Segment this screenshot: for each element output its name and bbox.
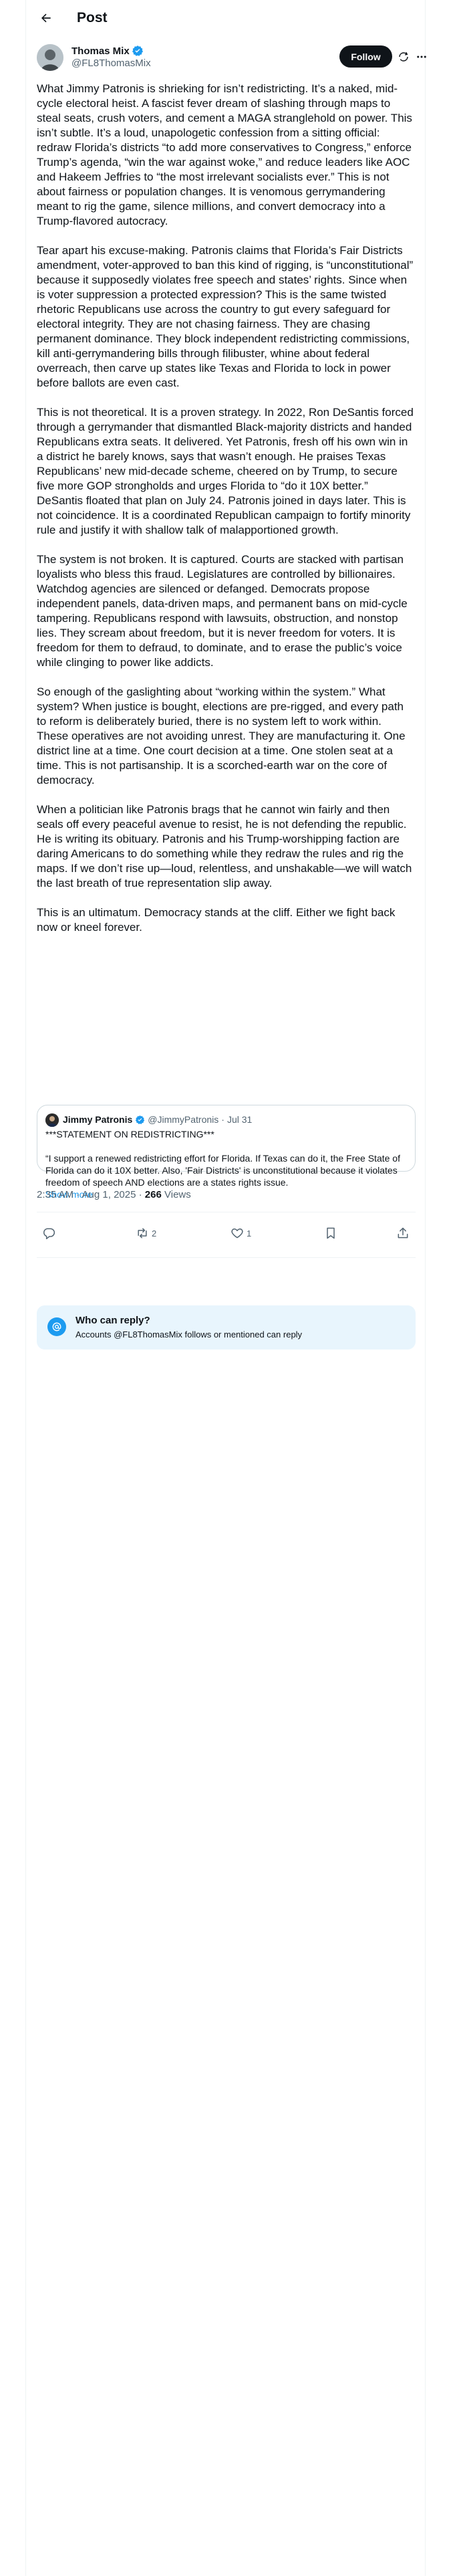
avatar-image [37,44,63,71]
quoted-line-1: ***STATEMENT ON REDISTRICTING*** [45,1129,214,1140]
views-count: 266 [144,1189,162,1200]
verified-badge-icon [136,1115,145,1124]
quoted-header: Jimmy Patronis @JimmyPatronis · Jul 31 [63,1114,252,1125]
repost-icon [138,1228,147,1239]
bookmark-button[interactable] [324,1226,337,1240]
more-options-icon[interactable] [415,51,428,63]
reply-restriction-title: Who can reply? [76,1315,150,1326]
repost-count: 2 [152,1228,157,1239]
reply-restriction-subtitle: Accounts @FL8ThomasMix follows or mentio… [76,1329,303,1339]
like-count: 1 [247,1228,252,1239]
grok-icon[interactable] [398,51,410,63]
avatar[interactable] [37,44,63,71]
post-body: What Jimmy Patronis is shrieking for isn… [37,82,416,950]
reply-button[interactable] [42,1226,58,1240]
reply-icon [43,1228,55,1240]
back-button[interactable] [35,7,57,29]
author-row: Thomas Mix @FL8ThomasMix Follow [37,43,426,75]
page-title: Post [77,10,108,25]
timestamp[interactable]: 2:35 AM · Aug 1, 2025 [37,1189,136,1200]
author-name[interactable]: Thomas Mix [71,45,144,57]
action-bar: 2 1 [37,1218,416,1251]
quoted-handle: @JimmyPatronis [148,1114,219,1125]
author-name-text: Thomas Mix [71,45,130,57]
quoted-separator: · [221,1114,224,1125]
share-icon [398,1227,408,1239]
arrow-left-icon [41,13,51,23]
post-column: Post Thomas Mix @FL8ThomasMix Follow Wha… [25,0,426,2576]
quoted-line-2: “I support a renewed redistricting effor… [45,1153,400,1188]
share-button[interactable] [396,1226,410,1240]
like-button[interactable]: 1 [231,1226,251,1240]
post-paragraph: When a politician like Patronis brags th… [37,803,412,889]
post-paragraph: The system is not broken. It is captured… [37,553,408,669]
heart-icon [231,1228,243,1239]
repost-button[interactable]: 2 [136,1226,156,1240]
post-paragraph: This is an ultimatum. Democracy stands a… [37,906,396,934]
at-sign-icon [47,1317,66,1336]
reply-restriction-box: Who can reply? Accounts @FL8ThomasMix fo… [37,1305,416,1350]
post-paragraph: This is not theoretical. It is a proven … [37,406,414,536]
author-handle[interactable]: @FL8ThomasMix [71,58,151,69]
verified-badge-icon [132,45,143,56]
meta-separator: · [138,1189,142,1200]
views-label: Views [164,1189,191,1200]
post-paragraph: So enough of the gaslighting about “work… [37,685,406,786]
top-bar: Post [26,0,426,36]
post-paragraph: What Jimmy Patronis is shrieking for isn… [37,82,412,227]
quoted-name: Jimmy Patronis [63,1114,133,1125]
bookmark-icon [327,1227,335,1239]
quoted-avatar [45,1113,59,1127]
quoted-post[interactable]: Jimmy Patronis @JimmyPatronis · Jul 31 *… [37,1105,416,1200]
quoted-date: Jul 31 [227,1114,253,1125]
post-meta: 2:35 AM · Aug 1, 2025 · 266 Views [37,1189,191,1200]
follow-button[interactable]: Follow [339,45,392,68]
post-paragraph: Tear apart his excuse-making. Patronis c… [37,244,414,389]
divider [37,1257,416,1258]
